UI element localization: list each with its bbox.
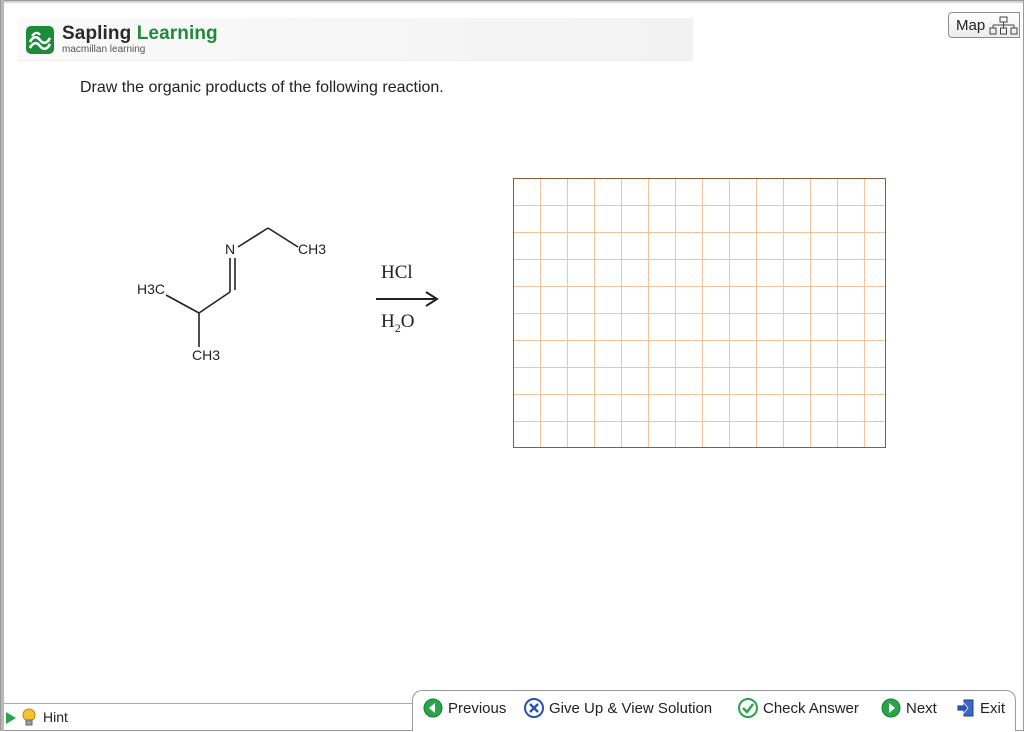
brand-subtitle: macmillan learning: [62, 44, 146, 55]
reaction-arrow-icon: [376, 291, 439, 307]
reagent-bottom-main: H: [381, 311, 395, 332]
reagent-bottom-end: O: [400, 311, 415, 332]
give-up-button[interactable]: Give Up & View Solution: [524, 698, 712, 718]
lightbulb-icon[interactable]: [21, 708, 37, 728]
exit-button[interactable]: Exit: [955, 698, 1005, 718]
bond-n-ch2: [237, 227, 269, 248]
next-button[interactable]: Next: [881, 698, 937, 718]
previous-arrow-icon: [423, 698, 443, 718]
map-button[interactable]: Map: [948, 12, 1020, 38]
give-up-x-icon: [524, 698, 544, 718]
exit-label: Exit: [980, 699, 1006, 717]
check-icon: [738, 698, 758, 718]
check-answer-button[interactable]: Check Answer: [738, 698, 859, 718]
next-arrow-icon: [881, 698, 901, 718]
bond-ch2-ch3: [267, 227, 299, 248]
atom-ch3-bottom: CH3: [192, 347, 221, 363]
question-prompt: Draw the organic products of the followi…: [80, 79, 444, 96]
sitemap-icon: [989, 16, 1018, 35]
brand-name: Sapling Learning: [62, 23, 218, 45]
previous-label: Previous: [448, 699, 507, 717]
play-arrow-icon[interactable]: [5, 712, 17, 724]
bond-h3c-ch: [165, 294, 200, 314]
sapling-logo-icon: [26, 26, 54, 54]
atom-ch3-right: CH3: [298, 241, 327, 257]
reagent-top: HCl: [381, 262, 413, 283]
atom-n: N: [225, 241, 236, 257]
brand-name-accent: Learning: [136, 23, 218, 44]
previous-button[interactable]: Previous: [423, 698, 506, 718]
give-up-label: Give Up & View Solution: [549, 699, 713, 717]
frame-left-edge: [1, 0, 4, 731]
exit-door-icon: [956, 699, 974, 717]
bond-ch-c: [198, 291, 231, 314]
check-answer-label: Check Answer: [763, 699, 859, 717]
map-label: Map: [956, 17, 986, 34]
drawing-canvas[interactable]: [513, 178, 886, 448]
next-label: Next: [906, 699, 937, 717]
reagent-bottom: H2O: [381, 311, 414, 336]
brand-name-primary: Sapling: [62, 23, 132, 44]
hint-button[interactable]: Hint: [43, 709, 68, 725]
atom-h3c-left: H3C: [137, 281, 166, 297]
